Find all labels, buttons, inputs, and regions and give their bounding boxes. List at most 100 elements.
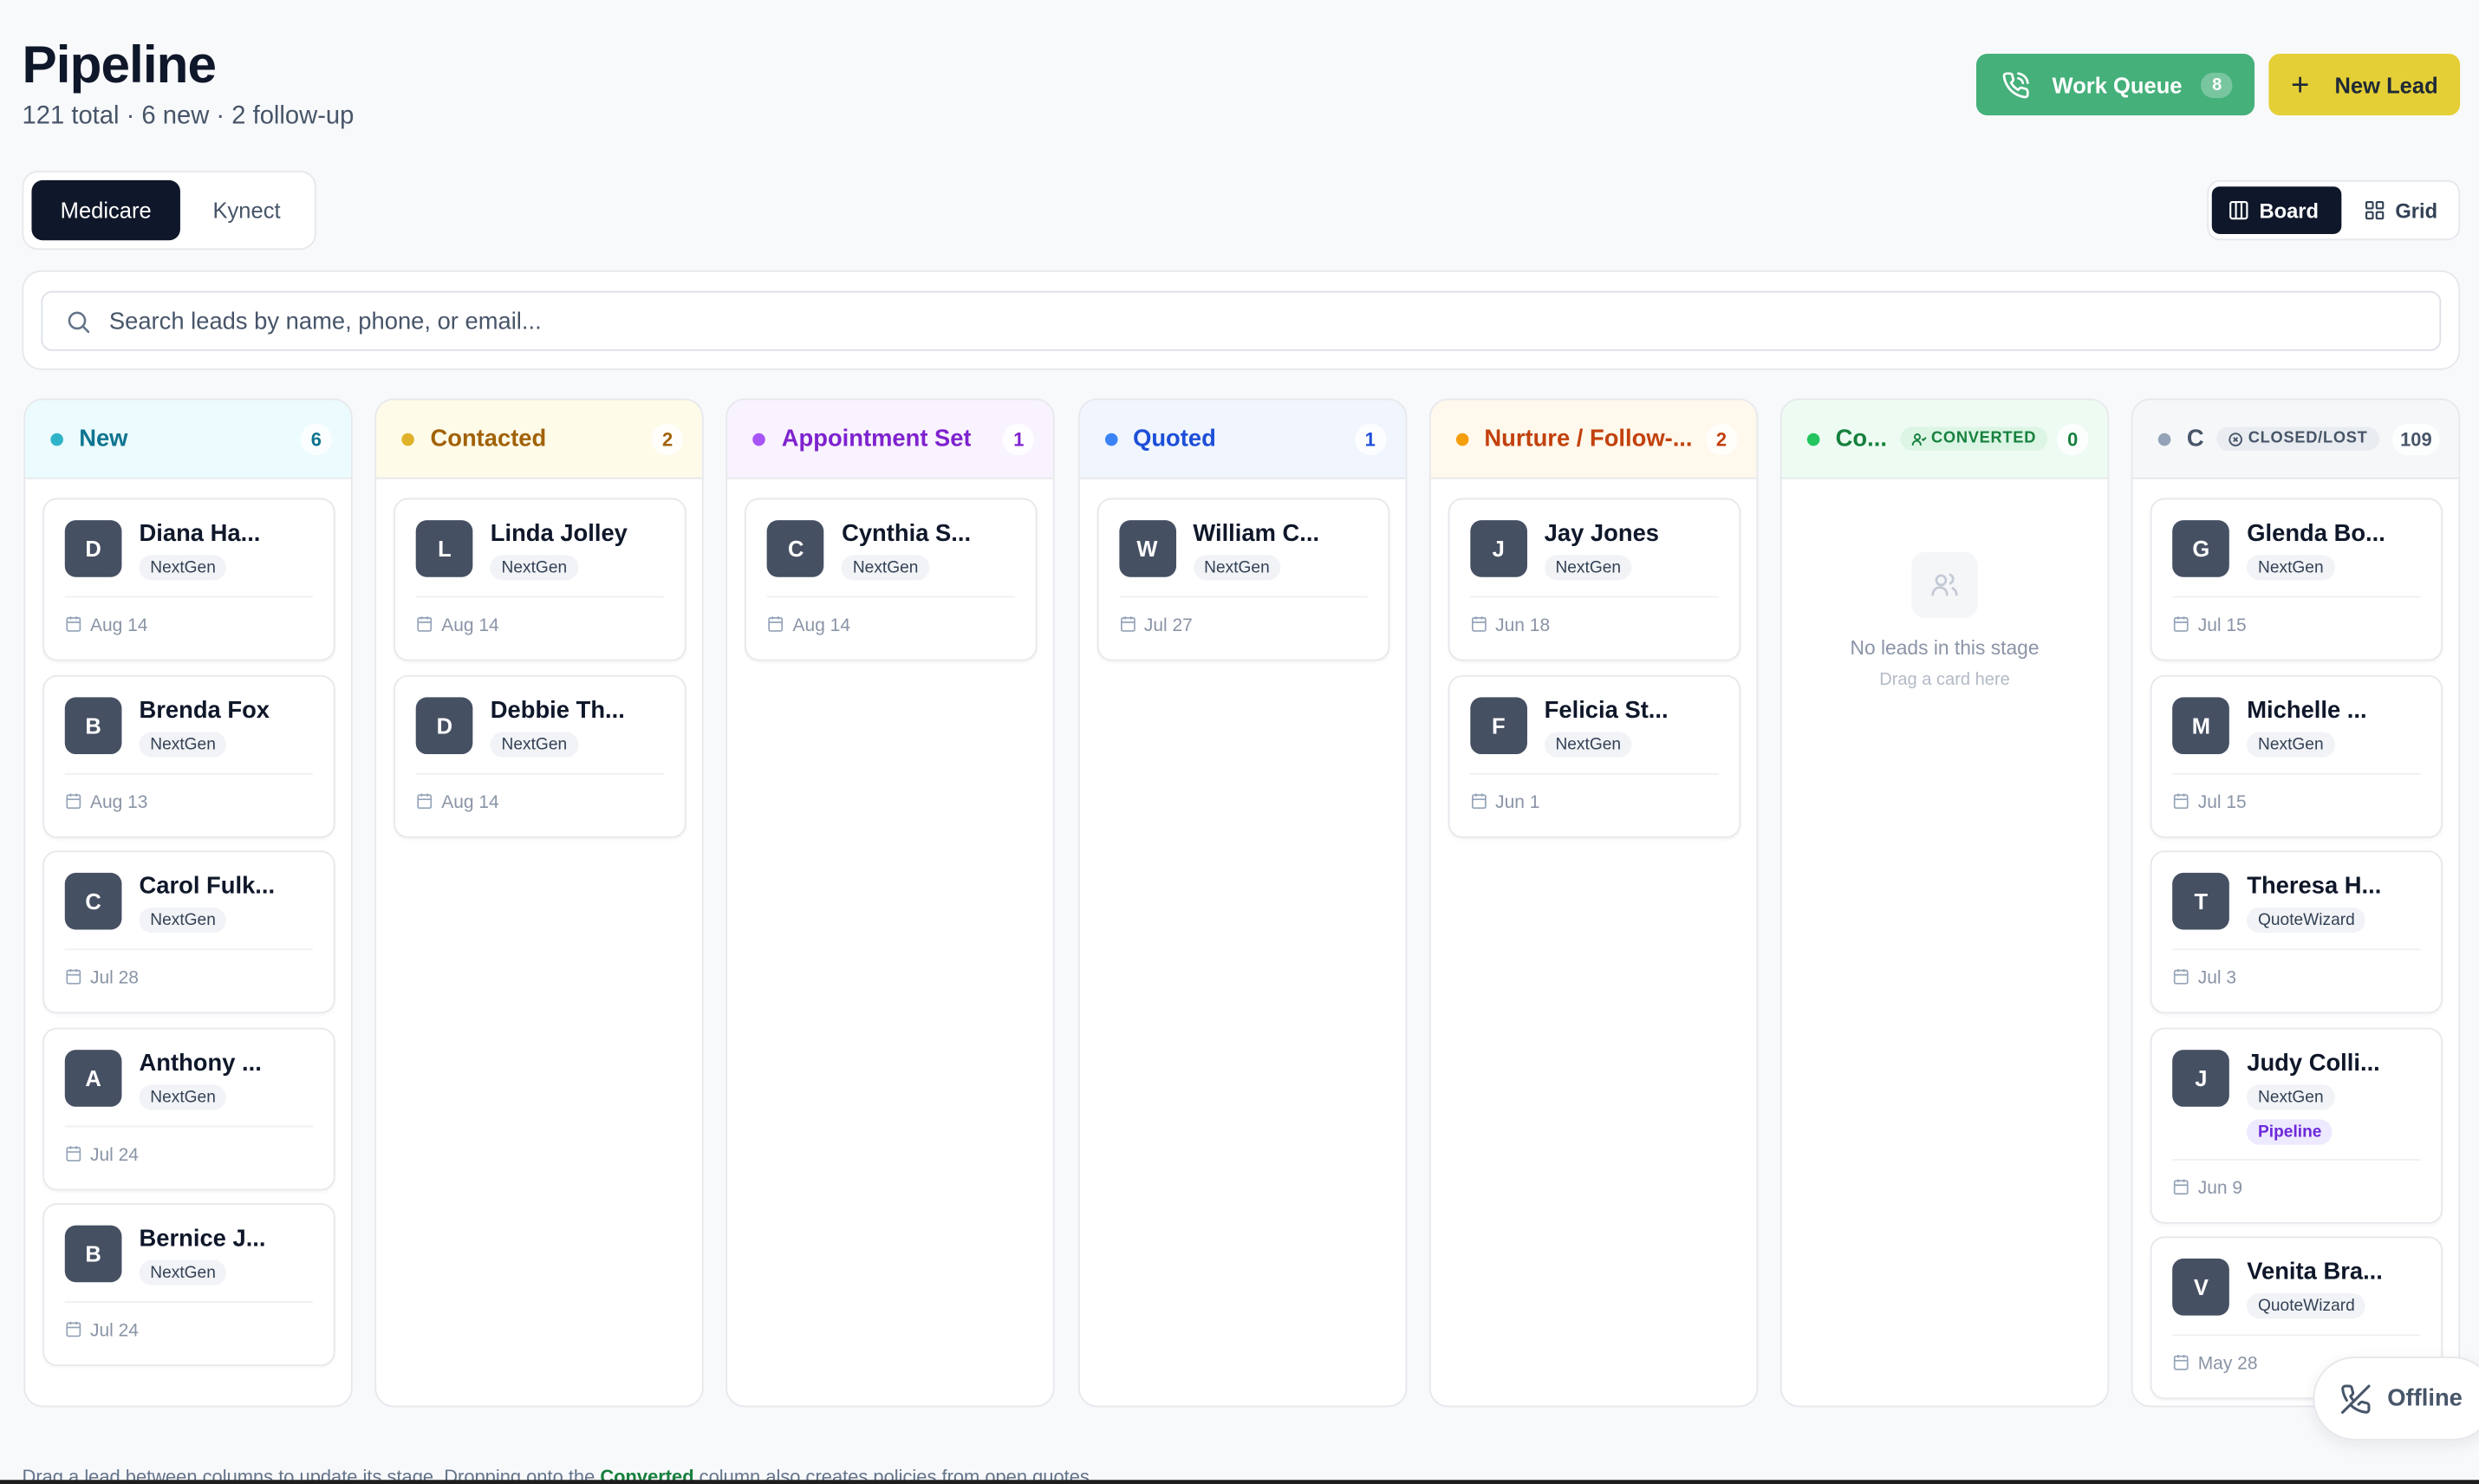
lead-card[interactable]: W William C... NextGen Jul 27 <box>1096 498 1389 661</box>
lead-date: Jul 15 <box>2173 615 2247 638</box>
tab-medicare[interactable]: Medicare <box>31 179 180 241</box>
lead-name[interactable]: Carol Fulk... <box>140 873 276 900</box>
work-queue-button[interactable]: Work Queue 8 <box>1976 54 2255 116</box>
lead-source-badge: NextGen <box>2247 731 2335 757</box>
lead-card[interactable]: C Cynthia S... NextGen Aug 14 <box>745 498 1038 661</box>
lead-card[interactable]: B Bernice J... NextGen Jul 24 <box>42 1203 335 1367</box>
columns-icon <box>2229 200 2248 220</box>
avatar: G <box>2172 520 2230 577</box>
lead-date: Aug 14 <box>416 791 499 814</box>
pipeline-column[interactable]: Quoted 1 W William C... NextGen Jul 27 <box>1077 398 1407 1408</box>
avatar: V <box>2172 1259 2230 1317</box>
lead-card[interactable]: G Glenda Bo... NextGen Jul 15 <box>2150 498 2443 661</box>
lead-name[interactable]: Linda Jolley <box>491 520 628 547</box>
lead-name[interactable]: Debbie Th... <box>491 697 625 724</box>
phone-call-icon <box>2002 71 2029 98</box>
lead-card[interactable]: C Carol Fulk... NextGen Jul 28 <box>42 850 335 1014</box>
calendar-icon <box>2173 1178 2190 1201</box>
lead-name[interactable]: Bernice J... <box>140 1226 266 1253</box>
empty-state-title: No leads in this stage <box>1850 637 2040 660</box>
pipeline-column[interactable]: Appointment Set 1 C Cynthia S... NextGen Aug … <box>725 398 1056 1408</box>
lead-name[interactable]: Theresa H... <box>2247 873 2381 900</box>
stage-tag-label: CLOSED/LOST <box>2248 430 2368 448</box>
lead-date-text: Jul 15 <box>2197 616 2247 636</box>
grid-label: Grid <box>2395 198 2438 223</box>
search-input[interactable]: Search leads by name, phone, or email... <box>41 290 2442 351</box>
card-divider <box>416 596 665 598</box>
calendar-icon <box>65 1144 82 1167</box>
pipeline-column[interactable]: C CLOSED/LOST 109 G Glenda Bo... NextGen Jul 1… <box>2131 398 2461 1408</box>
lead-name[interactable]: Jay Jones <box>1545 520 1659 547</box>
stage-color-dot <box>1104 432 1117 446</box>
stage-color-dot <box>2158 432 2171 446</box>
column-title: Quoted <box>1133 425 1216 452</box>
avatar: F <box>1469 696 1527 754</box>
lead-source-badge: NextGen <box>139 555 227 581</box>
calendar-icon <box>2173 615 2190 638</box>
lead-name[interactable]: Cynthia S... <box>842 520 971 547</box>
tab-kynect[interactable]: Kynect <box>194 180 298 240</box>
lead-date: Jul 24 <box>65 1144 139 1167</box>
avatar: J <box>2172 1049 2230 1107</box>
lead-card[interactable]: L Linda Jolley NextGen Aug 14 <box>394 498 686 661</box>
offline-status-button[interactable]: Offline <box>2313 1356 2479 1441</box>
lead-name[interactable]: William C... <box>1193 520 1319 547</box>
stage-color-dot <box>401 432 415 446</box>
lead-date-text: Jul 15 <box>2197 792 2247 812</box>
column-title: C <box>2186 425 2204 452</box>
lead-date: Aug 14 <box>767 615 850 638</box>
lead-name[interactable]: Glenda Bo... <box>2247 520 2385 547</box>
lead-source-badge: NextGen <box>490 731 578 757</box>
lead-card[interactable]: B Brenda Fox NextGen Aug 13 <box>42 674 335 837</box>
pipeline-column[interactable]: Nurture / Follow-... 2 J Jay Jones NextGen Ju… <box>1428 398 1758 1408</box>
avatar: C <box>64 873 122 930</box>
column-header: Nurture / Follow-... 2 <box>1430 400 1757 479</box>
lead-source-badge: NextGen <box>139 908 227 934</box>
lead-card[interactable]: J Jay Jones NextGen Jun 18 <box>1448 498 1741 661</box>
grid-view-button[interactable]: Grid <box>2348 186 2454 234</box>
calendar-icon <box>65 1321 82 1344</box>
lead-card[interactable]: D Debbie Th... NextGen Aug 14 <box>394 674 686 837</box>
empty-state-hint: Drag a card here <box>1879 670 2010 690</box>
lead-card[interactable]: A Anthony ... NextGen Jul 24 <box>42 1027 335 1191</box>
lead-card[interactable]: M Michelle ... NextGen Jul 15 <box>2150 674 2443 837</box>
lead-name[interactable]: Brenda Fox <box>140 697 270 724</box>
column-header: Co... CONVERTED 0 <box>1781 400 2108 479</box>
lead-date: Jul 27 <box>1119 615 1193 638</box>
product-tabs: Medicare Kynect <box>22 170 316 251</box>
card-divider <box>64 948 314 951</box>
lead-name[interactable]: Felicia St... <box>1545 697 1669 724</box>
board-view-button[interactable]: Board <box>2211 186 2342 234</box>
board-label: Board <box>2259 198 2320 223</box>
column-count-badge: 2 <box>651 422 684 455</box>
lead-source-badge: NextGen <box>1193 555 1281 581</box>
lead-card[interactable]: T Theresa H... QuoteWizard Jul 3 <box>2150 850 2443 1014</box>
lead-name[interactable]: Judy Colli... <box>2247 1050 2380 1077</box>
stage-tag: CONVERTED <box>1899 426 2047 451</box>
lead-date: Jul 24 <box>65 1321 139 1344</box>
column-header: Quoted 1 <box>1079 400 1405 479</box>
pipeline-column[interactable]: New 6 D Diana Ha... NextGen Aug 14 B Brenda Fox… <box>23 398 353 1408</box>
pipeline-column[interactable]: Co... CONVERTED 0 No leads in this stage Dra… <box>1780 398 2110 1408</box>
calendar-icon <box>1119 615 1136 638</box>
card-divider <box>2172 772 2421 775</box>
lead-date-text: Aug 14 <box>441 792 499 812</box>
lead-source-badge: QuoteWizard <box>2247 1293 2366 1319</box>
lead-date-text: Jul 28 <box>89 969 139 989</box>
card-divider <box>2172 948 2421 951</box>
calendar-icon <box>1470 615 1487 638</box>
avatar: B <box>64 696 122 754</box>
card-divider <box>64 1301 314 1304</box>
lead-card[interactable]: F Felicia St... NextGen Jun 1 <box>1448 674 1741 837</box>
lead-name[interactable]: Michelle ... <box>2247 697 2366 724</box>
new-lead-button[interactable]: + New Lead <box>2268 54 2461 116</box>
view-toggle: Board Grid <box>2207 179 2461 241</box>
lead-card[interactable]: D Diana Ha... NextGen Aug 14 <box>42 498 335 661</box>
lead-card[interactable]: J Judy Colli... NextGen Pipeline Jun 9 <box>2150 1027 2443 1224</box>
lead-name[interactable]: Diana Ha... <box>140 520 261 547</box>
pipeline-column[interactable]: Contacted 2 L Linda Jolley NextGen Aug 14 D Deb… <box>374 398 705 1408</box>
lead-name[interactable]: Venita Bra... <box>2247 1259 2383 1286</box>
card-divider <box>64 596 314 598</box>
lead-source-badge: NextGen <box>2247 1084 2335 1110</box>
lead-name[interactable]: Anthony ... <box>140 1050 262 1077</box>
